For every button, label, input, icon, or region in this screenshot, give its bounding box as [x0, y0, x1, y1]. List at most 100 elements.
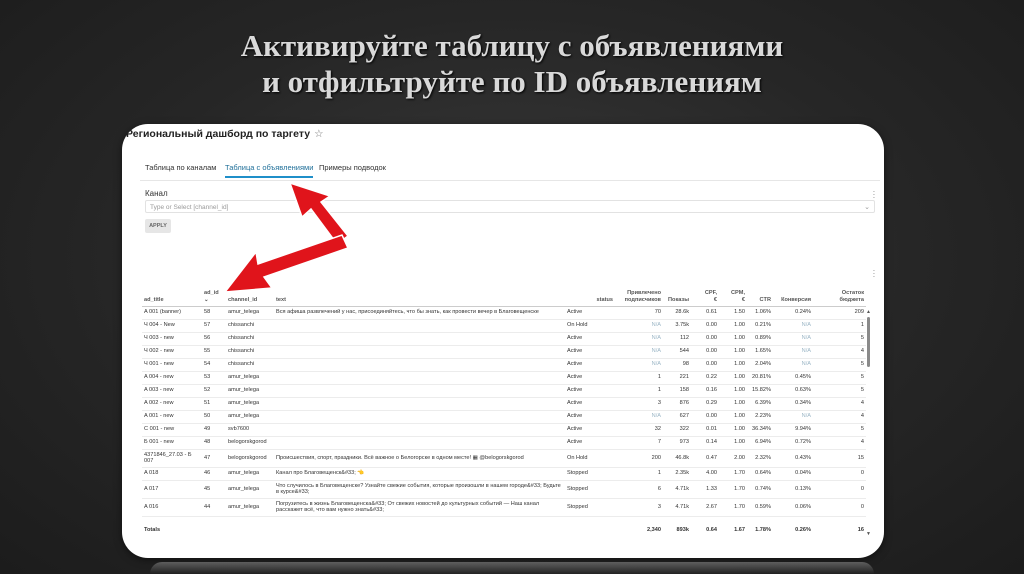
col-budget[interactable]: Остаток бюджета — [813, 282, 866, 306]
cell-ad-title: A 017 — [144, 485, 159, 492]
tab-examples[interactable]: Примеры подводок — [319, 163, 386, 176]
scroll-up-icon[interactable]: ▲ — [866, 309, 871, 315]
table-row[interactable]: Ч 003 - new 56 chissanchi Active N/A 112 0.00 1… — [142, 332, 866, 345]
cell-attracted: 70 — [654, 309, 661, 316]
cell-ctr: 0.21% — [755, 322, 771, 329]
filter-menu-icon[interactable]: · · · — [872, 188, 876, 202]
table-row[interactable]: A 003 - new 52 amur_telega Active 1 158 0.16 1.… — [142, 384, 866, 397]
cell-text: Канал про Благовещенск&#33; 👈 — [276, 470, 365, 477]
table-row[interactable]: A 001 (banner) 58 amur_telega Вся афиша раз… — [142, 306, 866, 319]
col-status[interactable]: status — [565, 282, 615, 306]
cell-impressions: 544 — [679, 348, 689, 355]
col-ad-id[interactable]: ad_id ⌄ — [202, 282, 226, 306]
col-cpf[interactable]: CPF, € — [691, 282, 719, 306]
col-impressions[interactable]: Показы — [663, 282, 691, 306]
table-row[interactable]: A 002 - new 51 amur_telega Active 3 876 0.29 1.… — [142, 397, 866, 410]
col-channel-id[interactable]: channel_id — [226, 282, 274, 306]
cell-cpf: 2.67 — [706, 503, 717, 510]
cell-ad-id: 51 — [204, 400, 211, 407]
cell-attracted: 3 — [657, 400, 661, 407]
cell-impressions: 98 — [682, 361, 689, 368]
cell-ad-title: Ч 001 - new — [144, 361, 174, 368]
table-header-row: ad_title ad_id ⌄ channel_id text status … — [142, 282, 866, 306]
table-row[interactable]: A 016 44 amur_telega Погрузитесь в жизнь Бл… — [142, 498, 866, 516]
cell-impressions: 3.75k — [675, 322, 689, 329]
cell-ad-title: Б 001 - new — [144, 439, 174, 446]
col-text[interactable]: text — [274, 282, 565, 306]
apply-button[interactable]: APPLY — [145, 219, 171, 233]
channel-select-input[interactable]: Type or Select [channel_id] ⌄ — [145, 200, 875, 213]
cell-ad-title: Ч 002 - new — [144, 348, 174, 355]
table-row[interactable]: A 018 46 amur_telega Канал про Благовещенск… — [142, 467, 866, 480]
col-ctr[interactable]: CTR — [747, 282, 773, 306]
cell-cpm: 1.00 — [734, 374, 745, 381]
table-row[interactable]: Ч 002 - new 55 chissanchi Active N/A 544 0.00 1… — [142, 345, 866, 358]
cell-status: Stopped — [567, 503, 588, 510]
cell-ad-id: 52 — [204, 387, 211, 394]
cell-cpm: 1.70 — [734, 470, 745, 477]
table-row[interactable]: A 004 - new 53 amur_telega Active 1 221 0.22 1.… — [142, 371, 866, 384]
table-row[interactable]: A 017 45 amur_telega Что случилось в Благов… — [142, 480, 866, 498]
cell-impressions: 158 — [679, 387, 689, 394]
col-conversion[interactable]: Конверсия — [773, 282, 813, 306]
cell-text: Погрузитесь в жизнь Благовещенска&#33; О… — [276, 500, 540, 514]
col-cpm[interactable]: CPM, € — [719, 282, 747, 306]
cell-cpf: 1.33 — [706, 485, 717, 492]
cell-ad-id: 53 — [204, 374, 211, 381]
cell-cpf: 0.00 — [706, 413, 717, 420]
cell-text: Что случилось в Благовещенске? Узнайте с… — [276, 482, 561, 496]
cell-channel-id: chissanchi — [228, 348, 255, 355]
table-row[interactable]: 4371846_27.03 - Б 007 47 belogorskgorod Про… — [142, 449, 866, 467]
cell-channel-id: svb7600 — [228, 426, 250, 433]
cell-attracted: N/A — [651, 322, 661, 329]
cell-channel-id: chissanchi — [228, 361, 255, 368]
cell-status: On Hold — [567, 454, 588, 461]
cell-conversion: N/A — [801, 335, 811, 342]
cell-ctr: 0.64% — [755, 470, 771, 477]
cell-ctr: 6.94% — [755, 439, 771, 446]
cell-ctr: 2.04% — [755, 361, 771, 368]
scroll-thumb[interactable] — [867, 317, 870, 367]
cell-cpf: 0.61 — [706, 309, 717, 316]
cell-status: Active — [567, 361, 583, 368]
slide-title: Активируйте таблицу с объявлениями и отф… — [0, 28, 1024, 100]
table-menu-icon[interactable]: · · · — [872, 267, 876, 281]
cell-attracted: N/A — [651, 335, 661, 342]
cell-cpf: 0.16 — [706, 387, 717, 394]
table-row[interactable]: Б 001 - new 48 belogorskgorod Active 7 973 0.1… — [142, 436, 866, 449]
cell-ad-title: A 003 - new — [144, 387, 174, 394]
col-ad-title[interactable]: ad_title — [142, 282, 202, 306]
cell-attracted: 7 — [657, 439, 661, 446]
col-attracted[interactable]: Привлечено подписчиков — [615, 282, 663, 306]
cell-text — [274, 319, 565, 332]
cell-ctr: 0.89% — [755, 335, 771, 342]
cell-status: Active — [567, 400, 583, 407]
table-row[interactable]: A 001 - new 50 amur_telega Active N/A 627 0.00… — [142, 410, 866, 423]
cell-cpf: 0.00 — [706, 361, 717, 368]
tab-channels-table[interactable]: Таблица по каналам — [145, 163, 216, 176]
table-row[interactable]: Ч 004 - New 57 chissanchi On Hold N/A 3.75k 0.… — [142, 319, 866, 332]
sort-desc-icon[interactable]: ⌄ — [204, 297, 209, 303]
cell-conversion: 0.63% — [795, 387, 811, 394]
star-icon[interactable]: ☆ — [314, 128, 323, 140]
cell-ad-id: 58 — [204, 309, 211, 316]
table-row[interactable]: Ч 001 - new 54 chissanchi Active N/A 98 0.00 1.… — [142, 358, 866, 371]
totals-cpm: 1.67 — [734, 527, 745, 533]
chevron-down-icon[interactable]: ⌄ — [864, 201, 870, 214]
cell-ctr: 0.59% — [755, 503, 771, 510]
cell-ad-id: 45 — [204, 485, 211, 492]
table-row[interactable]: С 001 - new 49 svb7600 Active 32 322 0.01 1.00 3… — [142, 423, 866, 436]
tab-ads-table[interactable]: Таблица с объявлениями — [225, 163, 314, 178]
cell-cpm: 1.00 — [734, 361, 745, 368]
cell-text — [274, 358, 565, 371]
scroll-down-icon[interactable]: ▼ — [866, 531, 871, 537]
cell-ad-id: 56 — [204, 335, 211, 342]
cell-cpm: 1.00 — [734, 413, 745, 420]
cell-attracted: 3 — [657, 503, 661, 510]
cell-text — [274, 436, 565, 449]
cell-budget: 4 — [860, 413, 864, 420]
cell-conversion: 0.24% — [795, 309, 811, 316]
totals-row: Totals 2,340 893k 0.64 1.67 1.78% 0.26% … — [142, 516, 866, 544]
cell-ad-title: A 001 (banner) — [144, 309, 182, 316]
table-scrollbar[interactable]: ▲ ▼ — [866, 309, 871, 537]
